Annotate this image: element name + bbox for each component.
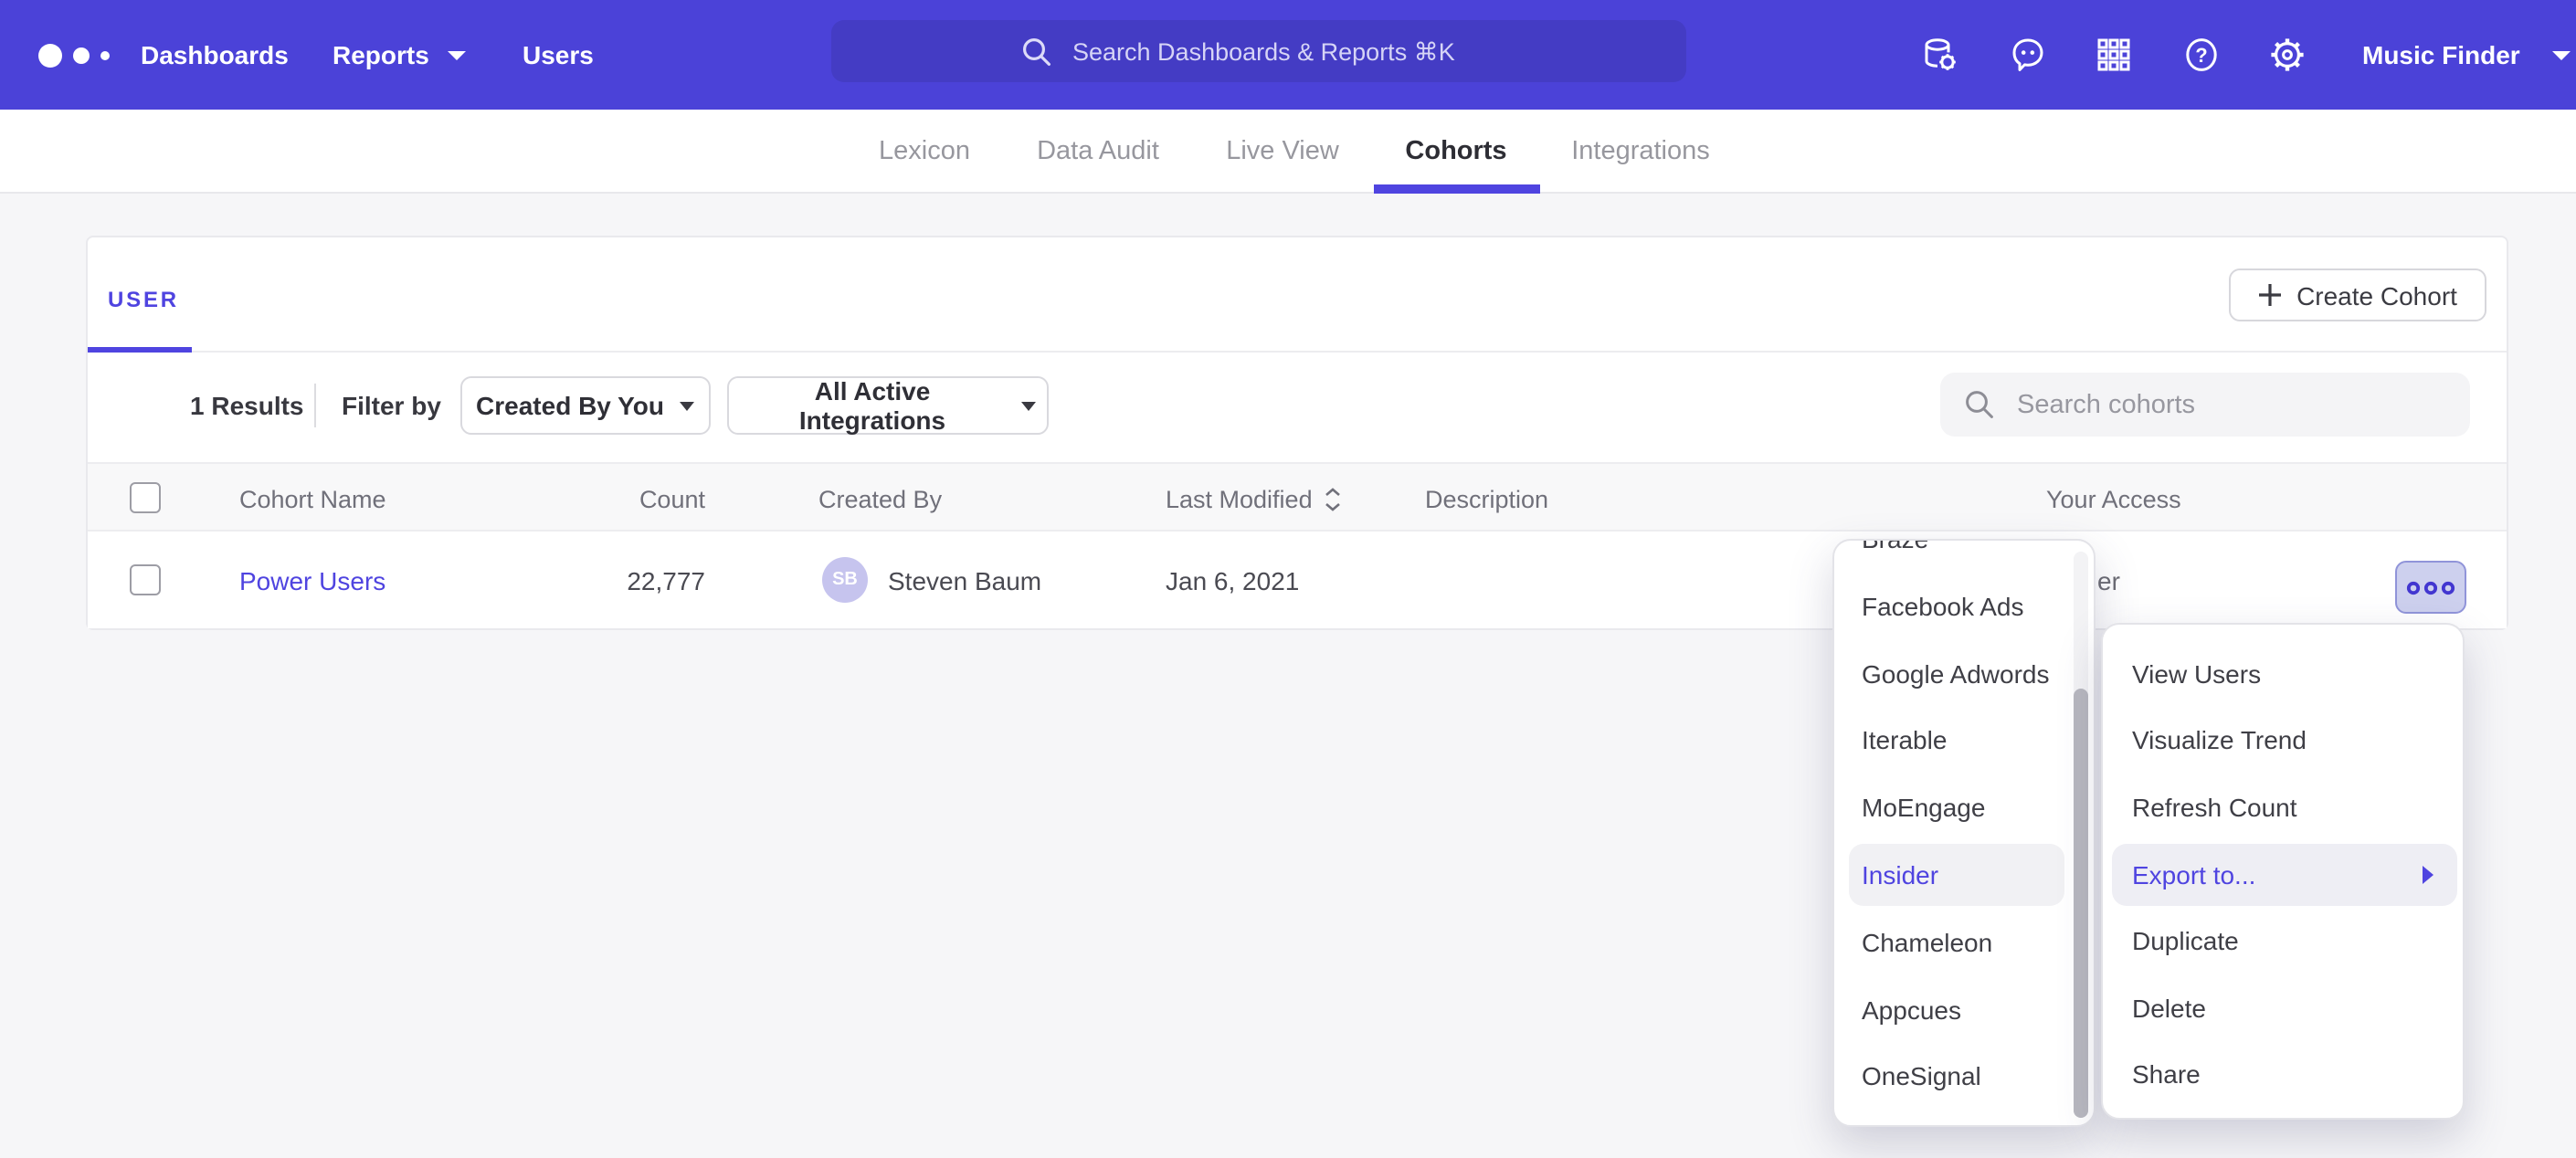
- results-count: 1 Results: [190, 376, 304, 435]
- sort-icon[interactable]: [1325, 487, 1342, 511]
- project-name: Music Finder: [2362, 40, 2520, 69]
- data-management-icon[interactable]: [1920, 35, 1960, 75]
- tab-live-view[interactable]: Live View: [1226, 110, 1339, 194]
- submenu-item-iterable[interactable]: Iterable: [1834, 707, 2068, 774]
- project-selector[interactable]: Music Finder: [2362, 0, 2571, 110]
- nav-reports-label: Reports: [333, 40, 429, 69]
- section-tabbar: Lexicon Data Audit Live View Cohorts Int…: [0, 110, 2576, 194]
- menu-item-export-to[interactable]: Export to...: [2112, 843, 2457, 905]
- settings-gear-icon[interactable]: [2267, 35, 2307, 75]
- menu-item-view-users[interactable]: View Users: [2103, 642, 2466, 704]
- nav-dashboards-label: Dashboards: [141, 40, 289, 69]
- cohort-name-link[interactable]: Power Users: [239, 565, 385, 595]
- screenshot-stage: Dashboards Reports Users: [0, 0, 2576, 1158]
- column-your-access[interactable]: Your Access: [2046, 464, 2181, 533]
- created-by-filter-dropdown[interactable]: Created By You: [460, 376, 711, 435]
- nav-users-label: Users: [523, 40, 594, 69]
- export-submenu: Braze Facebook Ads Google Adwords Iterab…: [1832, 539, 2096, 1127]
- chevron-down-icon: [448, 50, 466, 59]
- svg-text:?: ?: [2195, 44, 2207, 67]
- menu-item-delete[interactable]: Delete: [2103, 976, 2466, 1038]
- row-actions-button[interactable]: [2395, 561, 2466, 614]
- submenu-item-chameleon[interactable]: Chameleon: [1834, 909, 2068, 976]
- divider: [88, 351, 2507, 353]
- select-all-checkbox[interactable]: [130, 482, 161, 513]
- mixpanel-logo-icon[interactable]: [37, 0, 124, 110]
- ellipsis-icon: [2406, 578, 2455, 596]
- app-viewport: Dashboards Reports Users: [0, 0, 2576, 1158]
- cohort-type-tab-user[interactable]: USER: [108, 263, 179, 336]
- chevron-down-icon: [681, 401, 695, 410]
- created-by-cell: Steven Baum: [888, 532, 1041, 628]
- last-modified-cell: Jan 6, 2021: [1166, 532, 1299, 628]
- table-header: Cohort Name Count Created By Last Modifi…: [88, 462, 2507, 532]
- avatar: SB: [822, 557, 868, 603]
- active-tab-underline: [1374, 184, 1540, 194]
- menu-item-visualize-trend[interactable]: Visualize Trend: [2103, 709, 2466, 771]
- tab-data-audit[interactable]: Data Audit: [1037, 110, 1159, 194]
- apps-grid-icon[interactable]: [2094, 35, 2134, 75]
- filter-by-label: Filter by: [342, 376, 441, 435]
- create-cohort-label: Create Cohort: [2296, 280, 2457, 310]
- row-context-menu: View Users Visualize Trend Refresh Count…: [2101, 623, 2465, 1120]
- submenu-item-onesignal[interactable]: OneSignal: [1834, 1043, 2068, 1111]
- plus-icon: [2258, 283, 2282, 307]
- submenu-item-insider[interactable]: Insider: [1849, 844, 2064, 906]
- cohort-search-bar[interactable]: [1940, 373, 2470, 437]
- column-last-modified[interactable]: Last Modified: [1166, 464, 1342, 533]
- submenu-item-google-adwords[interactable]: Google Adwords: [1834, 639, 2068, 707]
- row-checkbox[interactable]: [130, 564, 161, 595]
- submenu-arrow-icon: [2423, 865, 2433, 883]
- column-cohort-name[interactable]: Cohort Name: [239, 464, 386, 533]
- menu-item-share[interactable]: Share: [2103, 1043, 2466, 1105]
- submenu-item-facebook-ads[interactable]: Facebook Ads: [1834, 573, 2068, 640]
- submenu-item-moengage[interactable]: MoEngage: [1834, 774, 2068, 842]
- scrollbar-thumb[interactable]: [2074, 689, 2088, 1118]
- create-cohort-button[interactable]: Create Cohort: [2229, 268, 2486, 321]
- tab-cohorts[interactable]: Cohorts: [1405, 110, 1506, 194]
- global-search-bar[interactable]: [831, 20, 1686, 82]
- nav-users[interactable]: Users: [523, 0, 594, 110]
- chevron-down-icon: [1021, 401, 1036, 410]
- tab-integrations[interactable]: Integrations: [1571, 110, 1710, 194]
- cohort-name-cell: Power Users: [239, 532, 385, 628]
- cohort-search-input[interactable]: [2013, 388, 2423, 421]
- nav-reports[interactable]: Reports: [333, 0, 466, 110]
- table-row: Power Users 22,777 SB Steven Baum Jan 6,…: [88, 532, 2507, 628]
- submenu-item-appcues[interactable]: Appcues: [1834, 975, 2068, 1043]
- global-search-input[interactable]: [1069, 36, 1496, 67]
- count-cell: 22,777: [559, 532, 705, 628]
- help-icon[interactable]: ?: [2181, 35, 2222, 75]
- access-cell-partial: er: [2097, 532, 2120, 628]
- column-count[interactable]: Count: [559, 464, 705, 533]
- nav-dashboards[interactable]: Dashboards: [141, 0, 289, 110]
- feedback-icon[interactable]: [2008, 35, 2048, 75]
- submenu-item-braze[interactable]: Braze: [1834, 539, 2068, 573]
- column-created-by[interactable]: Created By: [818, 464, 942, 533]
- tab-lexicon[interactable]: Lexicon: [879, 110, 970, 194]
- cohorts-card: USER Create Cohort 1 Results Filter by C…: [86, 236, 2508, 630]
- menu-item-refresh-count[interactable]: Refresh Count: [2103, 775, 2466, 837]
- menu-item-duplicate[interactable]: Duplicate: [2103, 910, 2466, 972]
- search-icon: [1964, 389, 1995, 420]
- search-icon: [1021, 36, 1052, 67]
- user-tab-underline: [88, 346, 192, 353]
- integrations-filter-dropdown[interactable]: All Active Integrations: [727, 376, 1049, 435]
- top-navbar: Dashboards Reports Users: [0, 0, 2576, 110]
- column-description[interactable]: Description: [1425, 464, 1548, 533]
- chevron-down-icon: [2553, 50, 2571, 59]
- divider: [314, 384, 316, 427]
